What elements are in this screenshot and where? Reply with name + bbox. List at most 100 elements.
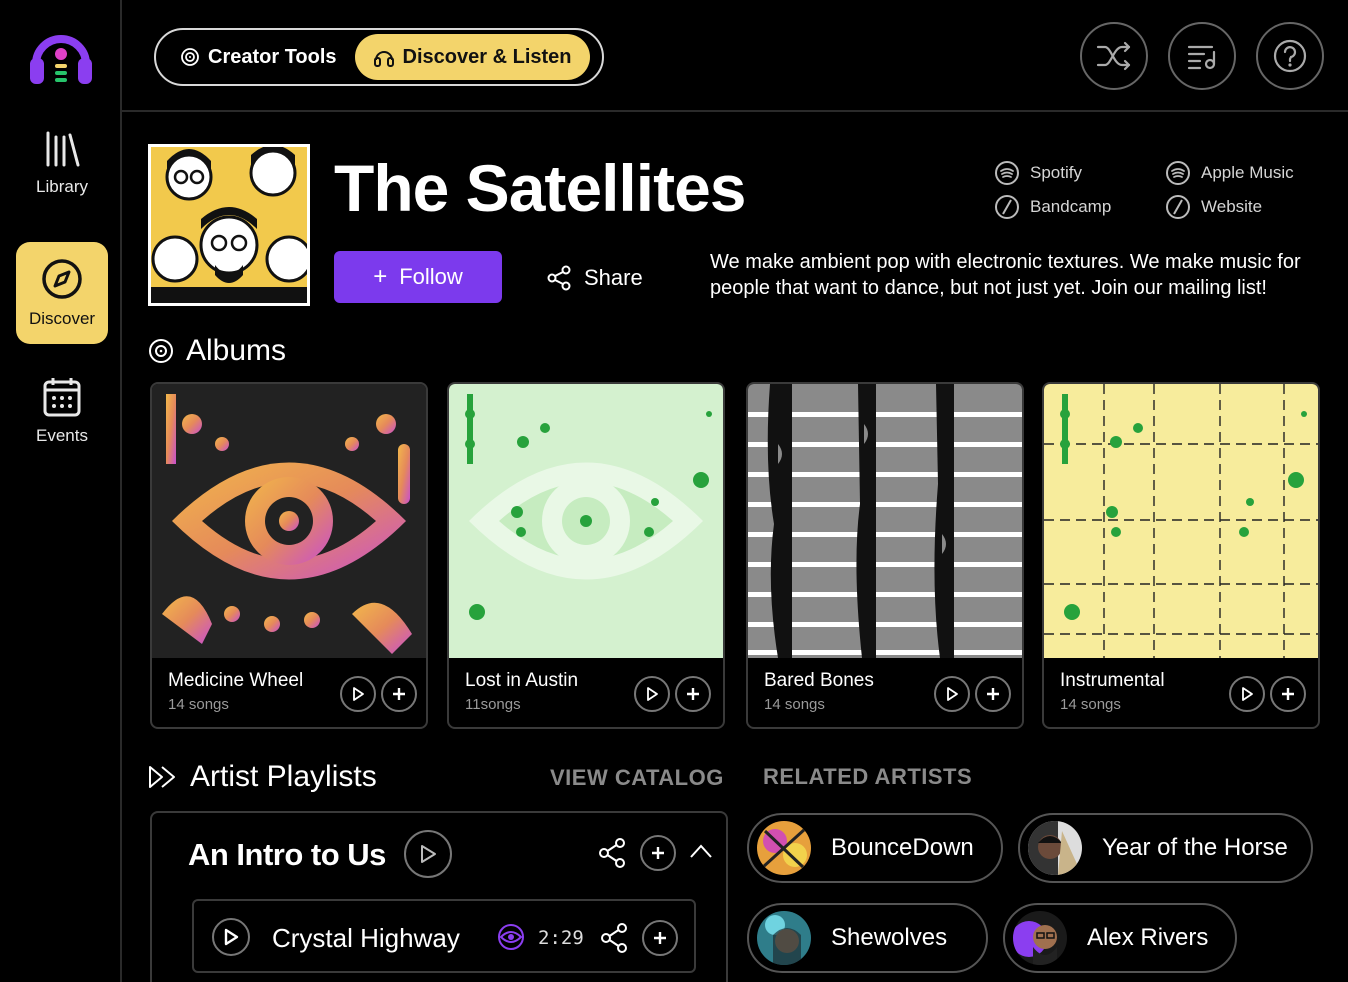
queue-icon	[1187, 45, 1216, 70]
album-song-count: 14 songs	[1060, 696, 1121, 713]
play-icon	[1242, 687, 1253, 701]
related-artist-year-of-the-horse[interactable]: Year of the Horse	[1018, 813, 1313, 883]
album-title[interactable]: Bared Bones	[764, 670, 874, 692]
link-spotify[interactable]: Spotify	[994, 160, 1082, 186]
play-button[interactable]	[1229, 676, 1265, 712]
play-icon	[224, 928, 239, 946]
related-artist-shewolves[interactable]: Shewolves	[747, 903, 988, 973]
avatar	[757, 821, 811, 875]
plus-icon	[652, 847, 664, 859]
albums-heading: Albums	[148, 334, 286, 368]
related-artist-name: Shewolves	[831, 924, 948, 951]
related-artist-name: BounceDown	[831, 834, 974, 861]
calendar-icon	[43, 378, 81, 417]
related-artist-alex-rivers[interactable]: Alex Rivers	[1003, 903, 1237, 973]
track-name: Crystal Highway	[272, 923, 460, 953]
tab-creator-tools[interactable]: Creator Tools	[162, 34, 355, 80]
share-icon	[601, 923, 627, 953]
link-label: Website	[1201, 197, 1263, 216]
link-label: Bandcamp	[1030, 197, 1112, 216]
album-card[interactable]: Lost in Austin 11songs	[447, 382, 725, 729]
plus-icon	[393, 688, 405, 700]
queue-button[interactable]	[1168, 22, 1236, 90]
plus-icon: +	[373, 263, 388, 290]
share-icon	[599, 838, 625, 868]
add-button[interactable]	[1270, 676, 1306, 712]
plus-icon	[654, 932, 666, 944]
related-artist-name: Alex Rivers	[1087, 924, 1209, 951]
album-card[interactable]: Medicine Wheel 14 songs	[150, 382, 428, 729]
album-cover[interactable]	[449, 384, 723, 658]
sidebar-item-events[interactable]: Events	[16, 360, 108, 462]
view-catalog-link[interactable]: VIEW CATALOG	[550, 765, 724, 791]
share-icon	[547, 265, 571, 291]
tab-label: Discover & Listen	[402, 45, 572, 68]
app-logo-icon[interactable]	[28, 24, 94, 88]
follow-button[interactable]: + Follow	[334, 251, 502, 303]
share-playlist-button[interactable]	[596, 837, 628, 874]
help-button[interactable]	[1256, 22, 1324, 90]
playlists-heading: Artist Playlists	[148, 760, 377, 794]
shuffle-button[interactable]	[1080, 22, 1148, 90]
top-bar: Creator Tools Discover & Listen	[122, 0, 1348, 112]
artist-image	[148, 144, 310, 306]
play-playlist-button[interactable]	[404, 830, 452, 878]
play-button[interactable]	[340, 676, 376, 712]
related-artist-bouncedown[interactable]: BounceDown	[747, 813, 1003, 883]
album-cover[interactable]	[748, 384, 1022, 658]
share-button[interactable]: Share	[546, 256, 643, 300]
add-button[interactable]	[975, 676, 1011, 712]
play-track-button[interactable]	[212, 918, 250, 956]
share-track-button[interactable]	[598, 922, 630, 959]
related-artists-heading: RELATED ARTISTS	[763, 764, 973, 789]
plus-icon	[1282, 688, 1294, 700]
headphones-icon	[373, 51, 394, 67]
playlist-card: An Intro to Us Crystal Highway 2:29	[150, 811, 728, 982]
eye-icon	[498, 924, 524, 950]
link-label: Apple Music	[1201, 163, 1294, 182]
double-chevron-icon	[149, 766, 175, 788]
play-button[interactable]	[634, 676, 670, 712]
streaming-icon	[1166, 161, 1190, 185]
link-apple-music[interactable]: Apple Music	[1165, 160, 1294, 186]
sidebar-item-library[interactable]: Library	[16, 112, 108, 214]
album-title[interactable]: Instrumental	[1060, 670, 1165, 692]
help-icon	[1273, 39, 1307, 73]
sidebar-item-label: Discover	[28, 309, 96, 328]
play-button[interactable]	[934, 676, 970, 712]
link-website[interactable]: Website	[1165, 194, 1262, 220]
album-card[interactable]: Bared Bones 14 songs	[746, 382, 1024, 729]
related-artist-name: Year of the Horse	[1102, 834, 1288, 861]
globe-icon	[1166, 195, 1190, 219]
listening-indicator	[496, 923, 526, 956]
streaming-icon	[995, 161, 1019, 185]
avatar	[1013, 911, 1067, 965]
add-button[interactable]	[381, 676, 417, 712]
play-icon	[647, 687, 658, 701]
playlist-name[interactable]: An Intro to Us	[188, 837, 386, 873]
plus-icon	[687, 688, 699, 700]
sidebar-item-discover[interactable]: Discover	[16, 242, 108, 344]
link-label: Spotify	[1030, 163, 1082, 182]
album-card[interactable]: Instrumental 14 songs	[1042, 382, 1320, 729]
album-cover[interactable]	[1044, 384, 1318, 658]
play-icon	[353, 687, 364, 701]
track-row[interactable]: Crystal Highway 2:29	[192, 899, 696, 973]
library-icon	[46, 131, 80, 167]
album-song-count: 14 songs	[168, 696, 229, 713]
globe-icon	[995, 195, 1019, 219]
add-playlist-button[interactable]	[640, 835, 676, 871]
vinyl-icon	[181, 48, 199, 66]
tab-discover-listen[interactable]: Discover & Listen	[354, 34, 590, 80]
add-button[interactable]	[675, 676, 711, 712]
link-bandcamp[interactable]: Bandcamp	[994, 194, 1111, 220]
track-duration: 2:29	[538, 927, 584, 949]
avatar	[1028, 821, 1082, 875]
sidebar-item-label: Events	[36, 426, 88, 445]
album-cover[interactable]	[152, 384, 426, 658]
share-label: Share	[584, 265, 643, 290]
album-title[interactable]: Medicine Wheel	[168, 670, 303, 692]
album-title[interactable]: Lost in Austin	[465, 670, 578, 692]
add-track-button[interactable]	[642, 920, 678, 956]
collapse-button[interactable]	[688, 841, 714, 866]
